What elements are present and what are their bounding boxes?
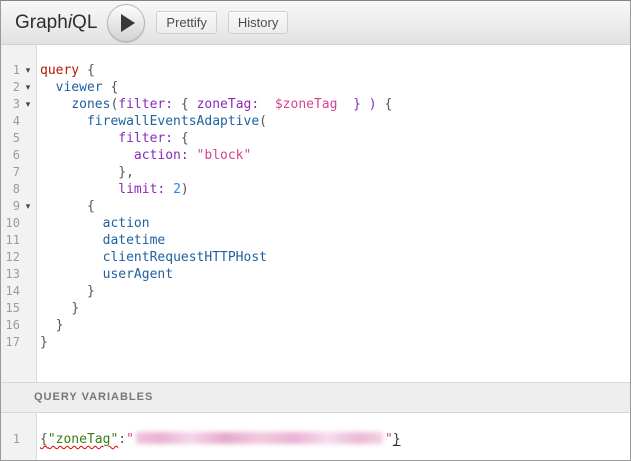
- query-editor-lines: 1▾query {2▾ viewer {3▾ zones(filter: { z…: [1, 62, 630, 351]
- fold-gutter-spacer: [20, 130, 36, 147]
- code-text: zones(filter: { zoneTag: $zoneTag } ) {: [36, 96, 630, 113]
- line-number: 13: [1, 266, 20, 283]
- query-editor[interactable]: 1▾query {2▾ viewer {3▾ zones(filter: { z…: [1, 45, 630, 382]
- code-text: action: "block": [36, 147, 630, 164]
- code-text: clientRequestHTTPHost: [36, 249, 630, 266]
- code-text: {"zoneTag":""}: [36, 431, 630, 448]
- line-number: 2: [1, 79, 20, 96]
- line-number: 17: [1, 334, 20, 351]
- code-text: filter: {: [36, 130, 630, 147]
- line-number: 3: [1, 96, 20, 113]
- code-line[interactable]: 4 firewallEventsAdaptive(: [1, 113, 630, 130]
- prettify-button[interactable]: Prettify: [156, 11, 216, 34]
- code-text: query {: [36, 62, 630, 79]
- line-number: 6: [1, 147, 20, 164]
- redacted-zone-tag-value: [136, 432, 383, 444]
- code-text: }: [36, 300, 630, 317]
- line-number: 1: [1, 62, 20, 79]
- logo-text-post: QL: [72, 12, 97, 33]
- code-text: }: [36, 334, 630, 351]
- code-line[interactable]: 8 limit: 2): [1, 181, 630, 198]
- code-line[interactable]: 16 }: [1, 317, 630, 334]
- line-number: 9: [1, 198, 20, 215]
- code-line[interactable]: 1 {"zoneTag":""}: [1, 431, 630, 448]
- code-text: viewer {: [36, 79, 630, 96]
- line-number: 14: [1, 283, 20, 300]
- fold-gutter-spacer: [20, 334, 36, 351]
- play-icon: [121, 14, 135, 32]
- code-text: action: [36, 215, 630, 232]
- line-number: 16: [1, 317, 20, 334]
- line-number: 4: [1, 113, 20, 130]
- code-text: limit: 2): [36, 181, 630, 198]
- fold-gutter-spacer: [20, 147, 36, 164]
- code-line[interactable]: 17}: [1, 334, 630, 351]
- logo-text-pre: Graph: [15, 12, 68, 33]
- query-variables-editor[interactable]: 1 {"zoneTag":""}: [1, 413, 630, 460]
- variables-title: QUERY VARIABLES: [34, 391, 153, 403]
- code-text: userAgent: [36, 266, 630, 283]
- fold-gutter-spacer: [20, 164, 36, 181]
- code-line[interactable]: 1▾query {: [1, 62, 630, 79]
- fold-gutter-spacer: [20, 266, 36, 283]
- fold-gutter-spacer: [20, 249, 36, 266]
- toolbar: GraphiQL Prettify History: [1, 1, 630, 45]
- fold-gutter-spacer: [20, 283, 36, 300]
- code-line[interactable]: 7 },: [1, 164, 630, 181]
- code-text: firewallEventsAdaptive(: [36, 113, 630, 130]
- code-text: datetime: [36, 232, 630, 249]
- code-text: {: [36, 198, 630, 215]
- line-number: 5: [1, 130, 20, 147]
- fold-gutter-spacer: [20, 431, 36, 448]
- code-line[interactable]: 9▾ {: [1, 198, 630, 215]
- history-button[interactable]: History: [228, 11, 288, 34]
- code-text: },: [36, 164, 630, 181]
- variables-editor-lines: 1 {"zoneTag":""}: [1, 431, 630, 448]
- code-line[interactable]: 11 datetime: [1, 232, 630, 249]
- line-number: 8: [1, 181, 20, 198]
- fold-gutter-spacer: [20, 317, 36, 334]
- code-line[interactable]: 10 action: [1, 215, 630, 232]
- code-line[interactable]: 2▾ viewer {: [1, 79, 630, 96]
- execute-query-button[interactable]: [107, 4, 145, 42]
- fold-gutter-spacer: [20, 181, 36, 198]
- code-text: }: [36, 283, 630, 300]
- code-text: }: [36, 317, 630, 334]
- fold-toggle-icon[interactable]: ▾: [20, 79, 36, 96]
- code-line[interactable]: 5 filter: {: [1, 130, 630, 147]
- code-line[interactable]: 13 userAgent: [1, 266, 630, 283]
- fold-gutter-spacer: [20, 113, 36, 130]
- line-number: 1: [1, 431, 20, 448]
- graphiql-logo: GraphiQL: [15, 12, 97, 34]
- fold-toggle-icon[interactable]: ▾: [20, 96, 36, 113]
- line-number: 15: [1, 300, 20, 317]
- fold-gutter-spacer: [20, 232, 36, 249]
- line-number: 10: [1, 215, 20, 232]
- fold-toggle-icon[interactable]: ▾: [20, 62, 36, 79]
- line-number: 11: [1, 232, 20, 249]
- fold-toggle-icon[interactable]: ▾: [20, 198, 36, 215]
- code-line[interactable]: 14 }: [1, 283, 630, 300]
- line-number: 7: [1, 164, 20, 181]
- variables-title-bar[interactable]: QUERY VARIABLES: [1, 382, 630, 413]
- code-line[interactable]: 12 clientRequestHTTPHost: [1, 249, 630, 266]
- code-line[interactable]: 6 action: "block": [1, 147, 630, 164]
- fold-gutter-spacer: [20, 300, 36, 317]
- code-line[interactable]: 15 }: [1, 300, 630, 317]
- fold-gutter-spacer: [20, 215, 36, 232]
- graphiql-app: GraphiQL Prettify History 1▾query {2▾ vi…: [0, 0, 631, 461]
- line-number: 12: [1, 249, 20, 266]
- code-line[interactable]: 3▾ zones(filter: { zoneTag: $zoneTag } )…: [1, 96, 630, 113]
